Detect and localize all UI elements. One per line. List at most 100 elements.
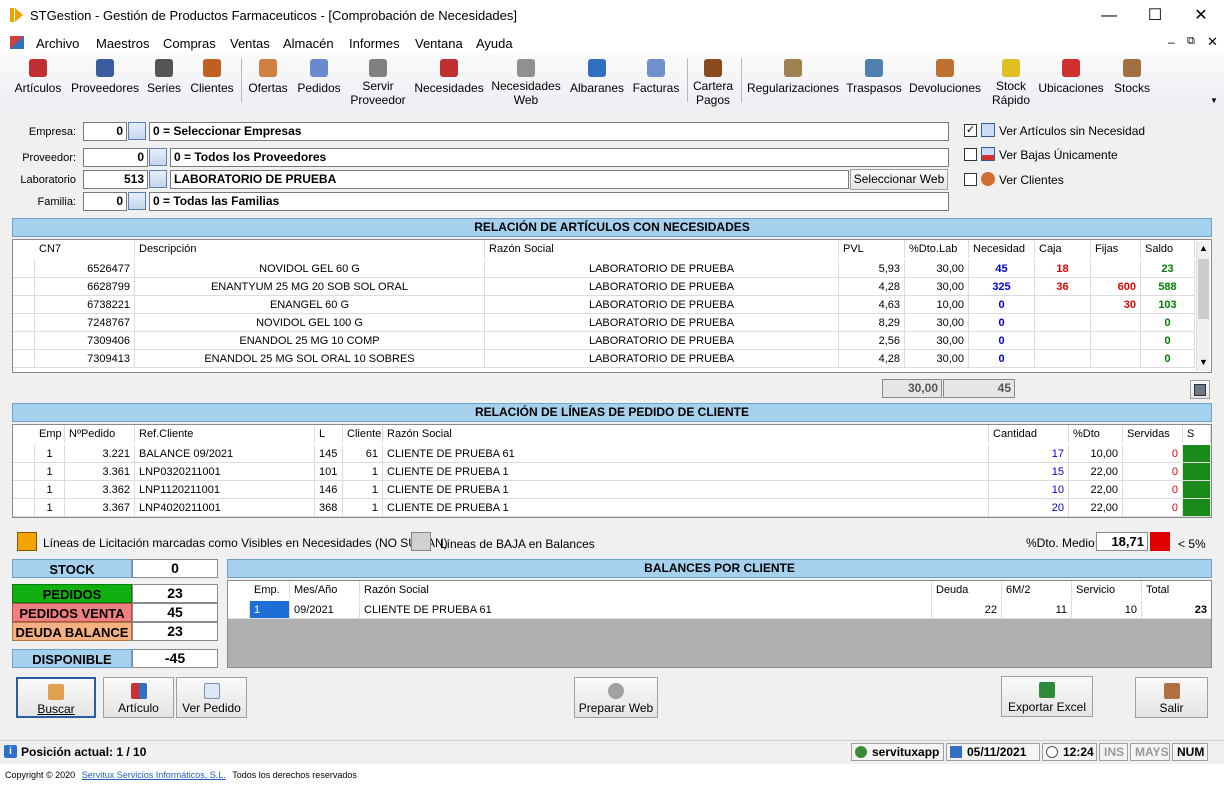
articles-header-8[interactable]: Saldo — [1141, 240, 1195, 258]
balances-header-0[interactable]: Emp. — [250, 581, 290, 599]
articles-cell[interactable] — [1091, 332, 1141, 350]
articles-cell[interactable] — [1035, 314, 1091, 332]
menu-archivo[interactable]: Archivo — [36, 36, 79, 51]
toolbar-button-13[interactable]: Traspasos — [844, 56, 904, 106]
orders-cell[interactable]: 17 — [989, 445, 1069, 463]
row-selector[interactable] — [13, 499, 35, 517]
articles-cell[interactable]: 30,00 — [905, 260, 969, 278]
orders-header-7[interactable]: %Dto — [1069, 425, 1123, 443]
mdi-minimize-button[interactable]: – — [1168, 35, 1175, 49]
articles-cell[interactable]: 103 — [1141, 296, 1195, 314]
toolbar-button-11[interactable]: Cartera Pagos — [690, 56, 736, 107]
articles-cell[interactable]: ENANDOL 25 MG 10 COMP — [135, 332, 485, 350]
orders-cell[interactable]: 3.362 — [65, 481, 135, 499]
mdi-restore-button[interactable]: ⧉ — [1187, 35, 1195, 48]
orders-cell[interactable]: LNP0320211001 — [135, 463, 315, 481]
balances-cell[interactable]: CLIENTE DE PRUEBA 61 — [360, 601, 932, 619]
orders-cell[interactable]: 0 — [1123, 499, 1183, 517]
row-selector[interactable] — [13, 278, 35, 296]
close-button[interactable]: ✕ — [1178, 0, 1224, 32]
company-link[interactable]: Servitux Servicios Informáticos, S.L. — [82, 770, 226, 780]
articles-cell[interactable]: 30,00 — [905, 350, 969, 368]
orders-cell[interactable]: 146 — [315, 481, 343, 499]
orders-header-1[interactable]: NºPedido — [65, 425, 135, 443]
menu-compras[interactable]: Compras — [163, 36, 216, 51]
orders-cell[interactable]: 3.367 — [65, 499, 135, 517]
articles-header-4[interactable]: %Dto.Lab — [905, 240, 969, 258]
articles-cell[interactable] — [1091, 350, 1141, 368]
toolbar-button-3[interactable]: Clientes — [186, 56, 238, 106]
row-selector[interactable] — [228, 601, 250, 619]
articles-cell[interactable]: 45 — [969, 260, 1035, 278]
articles-cell[interactable]: 7309406 — [35, 332, 135, 350]
maximize-button[interactable]: ☐ — [1132, 0, 1178, 32]
row-selector[interactable] — [13, 296, 35, 314]
orders-cell[interactable]: 3.361 — [65, 463, 135, 481]
articles-cell[interactable]: 4,63 — [839, 296, 905, 314]
articles-cell[interactable]: 0 — [1141, 350, 1195, 368]
articles-cell[interactable]: 30,00 — [905, 314, 969, 332]
ver-clientes-checkbox[interactable] — [964, 173, 977, 186]
articles-cell[interactable]: ENANGEL 60 G — [135, 296, 485, 314]
articles-cell[interactable]: LABORATORIO DE PRUEBA — [485, 278, 839, 296]
orders-cell[interactable]: 1 — [343, 481, 383, 499]
mdi-close-button[interactable]: ✕ — [1207, 34, 1218, 50]
orders-cell[interactable]: 3.221 — [65, 445, 135, 463]
orders-cell[interactable]: 15 — [989, 463, 1069, 481]
orders-cell[interactable]: 1 — [343, 463, 383, 481]
row-selector[interactable] — [13, 481, 35, 499]
articles-cell[interactable]: LABORATORIO DE PRUEBA — [485, 260, 839, 278]
save-icon[interactable] — [1190, 380, 1210, 399]
orders-cell[interactable]: 1 — [35, 445, 65, 463]
articles-cell[interactable]: NOVIDOL GEL 100 G — [135, 314, 485, 332]
orders-cell[interactable]: 0 — [1123, 481, 1183, 499]
articles-header-2[interactable]: Razón Social — [485, 240, 839, 258]
orders-header-4[interactable]: Cliente — [343, 425, 383, 443]
articles-cell[interactable]: 588 — [1141, 278, 1195, 296]
balances-cell[interactable]: 10 — [1072, 601, 1142, 619]
seleccionar-web-button[interactable]: Seleccionar Web — [850, 169, 948, 190]
toolbar-overflow-icon[interactable]: ▼ — [1210, 96, 1218, 105]
orders-cell[interactable]: 0 — [1123, 445, 1183, 463]
toolbar-button-17[interactable]: Stocks — [1110, 56, 1154, 106]
proveedor-code-input[interactable]: 0 — [83, 148, 148, 167]
orders-cell[interactable]: 22,00 — [1069, 499, 1123, 517]
articles-header-3[interactable]: PVL — [839, 240, 905, 258]
row-selector[interactable] — [13, 463, 35, 481]
balances-header-5[interactable]: Servicio — [1072, 581, 1142, 599]
articles-cell[interactable] — [1035, 332, 1091, 350]
balances-cell[interactable]: 22 — [932, 601, 1002, 619]
articles-cell[interactable]: 0 — [1141, 314, 1195, 332]
orders-cell[interactable]: 20 — [989, 499, 1069, 517]
toolbar-button-7[interactable]: Necesidades — [412, 56, 486, 106]
articles-cell[interactable]: 23 — [1141, 260, 1195, 278]
articles-header-6[interactable]: Caja — [1035, 240, 1091, 258]
toolbar-button-8[interactable]: Necesidades Web — [490, 56, 562, 107]
articles-cell[interactable]: 0 — [969, 296, 1035, 314]
scroll-down-icon[interactable]: ▼ — [1199, 357, 1208, 367]
orders-header-9[interactable]: S — [1183, 425, 1211, 443]
laboratorio-code-input[interactable]: 513 — [83, 170, 148, 189]
orders-cell[interactable]: 0 — [1123, 463, 1183, 481]
toolbar-button-15[interactable]: Stock Rápido — [988, 56, 1034, 107]
balances-cell[interactable]: 11 — [1002, 601, 1072, 619]
orders-header-0[interactable]: Emp — [35, 425, 65, 443]
row-selector[interactable] — [13, 350, 35, 368]
articles-cell[interactable]: 6738221 — [35, 296, 135, 314]
orders-cell[interactable]: 1 — [35, 481, 65, 499]
orders-header-8[interactable]: Servidas — [1123, 425, 1183, 443]
orders-header-6[interactable]: Cantidad — [989, 425, 1069, 443]
articles-cell[interactable]: 30,00 — [905, 332, 969, 350]
orders-cell[interactable]: LNP4020211001 — [135, 499, 315, 517]
balances-header-2[interactable]: Razón Social — [360, 581, 932, 599]
orders-cell[interactable]: 10,00 — [1069, 445, 1123, 463]
row-selector[interactable] — [13, 445, 35, 463]
orders-cell[interactable]: LNP1120211001 — [135, 481, 315, 499]
scroll-up-icon[interactable]: ▲ — [1199, 243, 1208, 253]
articles-grid[interactable]: CN7 Descripción Razón Social PVL %Dto.Lab Nec… — [12, 239, 1212, 373]
articles-cell[interactable]: 7248767 — [35, 314, 135, 332]
articles-cell[interactable]: 7309413 — [35, 350, 135, 368]
orders-header-2[interactable]: Ref.Cliente — [135, 425, 315, 443]
balances-grid[interactable]: Emp. Mes/Año Razón Social Deuda 6M/2 Servicio… — [227, 580, 1212, 668]
toolbar-button-9[interactable]: Albaranes — [566, 56, 628, 106]
